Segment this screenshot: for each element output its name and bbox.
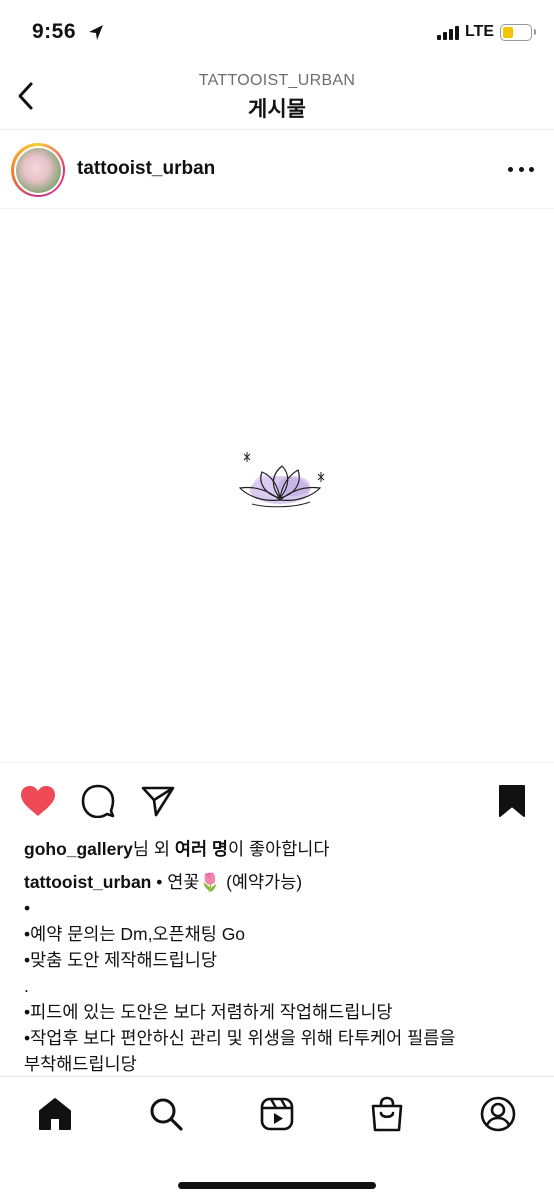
- caption-line: .: [24, 976, 29, 996]
- tab-profile[interactable]: [479, 1095, 517, 1133]
- heart-filled-icon: [21, 786, 55, 816]
- status-time: 9:56: [32, 20, 77, 43]
- caption-line: •예약 문의는 Dm,오픈채팅 Go: [24, 924, 246, 944]
- caption-line: •맞춤 도안 제작해드립니당: [24, 950, 217, 970]
- likes-text-2: 이 좋아합니다: [228, 839, 330, 859]
- caption-line: •피드에 있는 도안은 보다 저렴하게 작업해드립니당: [24, 1002, 393, 1022]
- status-indicators: LTE: [436, 23, 536, 41]
- post-actions: [0, 762, 554, 836]
- liker-username[interactable]: goho_gallery: [24, 839, 133, 859]
- battery-icon: [500, 23, 536, 41]
- caption-line: •: [24, 898, 31, 918]
- caption-line: 부착해드립니당: [24, 1054, 137, 1074]
- home-icon: [39, 1098, 71, 1130]
- ellipsis-icon: [508, 166, 513, 172]
- post-image[interactable]: [0, 210, 554, 762]
- avatar[interactable]: [11, 143, 65, 197]
- likes-summary: goho_gallery님 외 여러 명이 좋아합니다: [24, 836, 330, 861]
- save-button[interactable]: [494, 783, 530, 819]
- send-icon: [141, 786, 175, 817]
- avatar-image: [15, 147, 61, 193]
- likes-others[interactable]: 여러 명: [175, 839, 228, 859]
- network-type: LTE: [464, 23, 494, 40]
- home-indicator[interactable]: [178, 1182, 376, 1189]
- like-button[interactable]: [20, 783, 56, 819]
- caption-title: • 연꽃🌷 (예약가능): [151, 872, 303, 892]
- lotus-flower-illustration: [238, 452, 325, 508]
- shop-icon: [371, 1096, 403, 1132]
- post-header: tattooist_urban: [0, 131, 554, 209]
- profile-icon: [480, 1096, 516, 1132]
- share-button[interactable]: [140, 783, 176, 819]
- tab-home[interactable]: [36, 1095, 74, 1133]
- caption-first-line: tattooist_urban • 연꽃🌷 (예약가능): [24, 869, 534, 895]
- post-caption: tattooist_urban • 연꽃🌷 (예약가능) • •예약 문의는 D…: [24, 869, 534, 1077]
- cellular-signal-icon: [436, 24, 459, 40]
- more-options-button[interactable]: [508, 159, 534, 179]
- comment-icon: [81, 784, 115, 818]
- location-arrow-icon: [89, 25, 103, 40]
- status-bar: 9:56 LTE: [0, 0, 554, 62]
- reels-icon: [260, 1097, 294, 1131]
- page-title: 게시물: [248, 98, 306, 121]
- tab-search[interactable]: [147, 1095, 185, 1133]
- tab-reels[interactable]: [258, 1095, 296, 1133]
- page-header: TATTOOIST_URBAN 게시물: [0, 62, 554, 130]
- search-icon: [150, 1098, 183, 1131]
- post-username[interactable]: tattooist_urban: [77, 158, 215, 180]
- bookmark-filled-icon: [499, 785, 525, 817]
- header-subtitle: TATTOOIST_URBAN: [198, 72, 356, 89]
- caption-line: •작업후 보다 편안하신 관리 및 위생을 위해 타투케어 필름을: [24, 1028, 456, 1048]
- caption-username[interactable]: tattooist_urban: [24, 872, 151, 892]
- comment-button[interactable]: [80, 783, 116, 819]
- likes-text-1: 님 외: [132, 839, 175, 859]
- bottom-tab-bar: [0, 1076, 554, 1200]
- tab-shop[interactable]: [368, 1095, 406, 1133]
